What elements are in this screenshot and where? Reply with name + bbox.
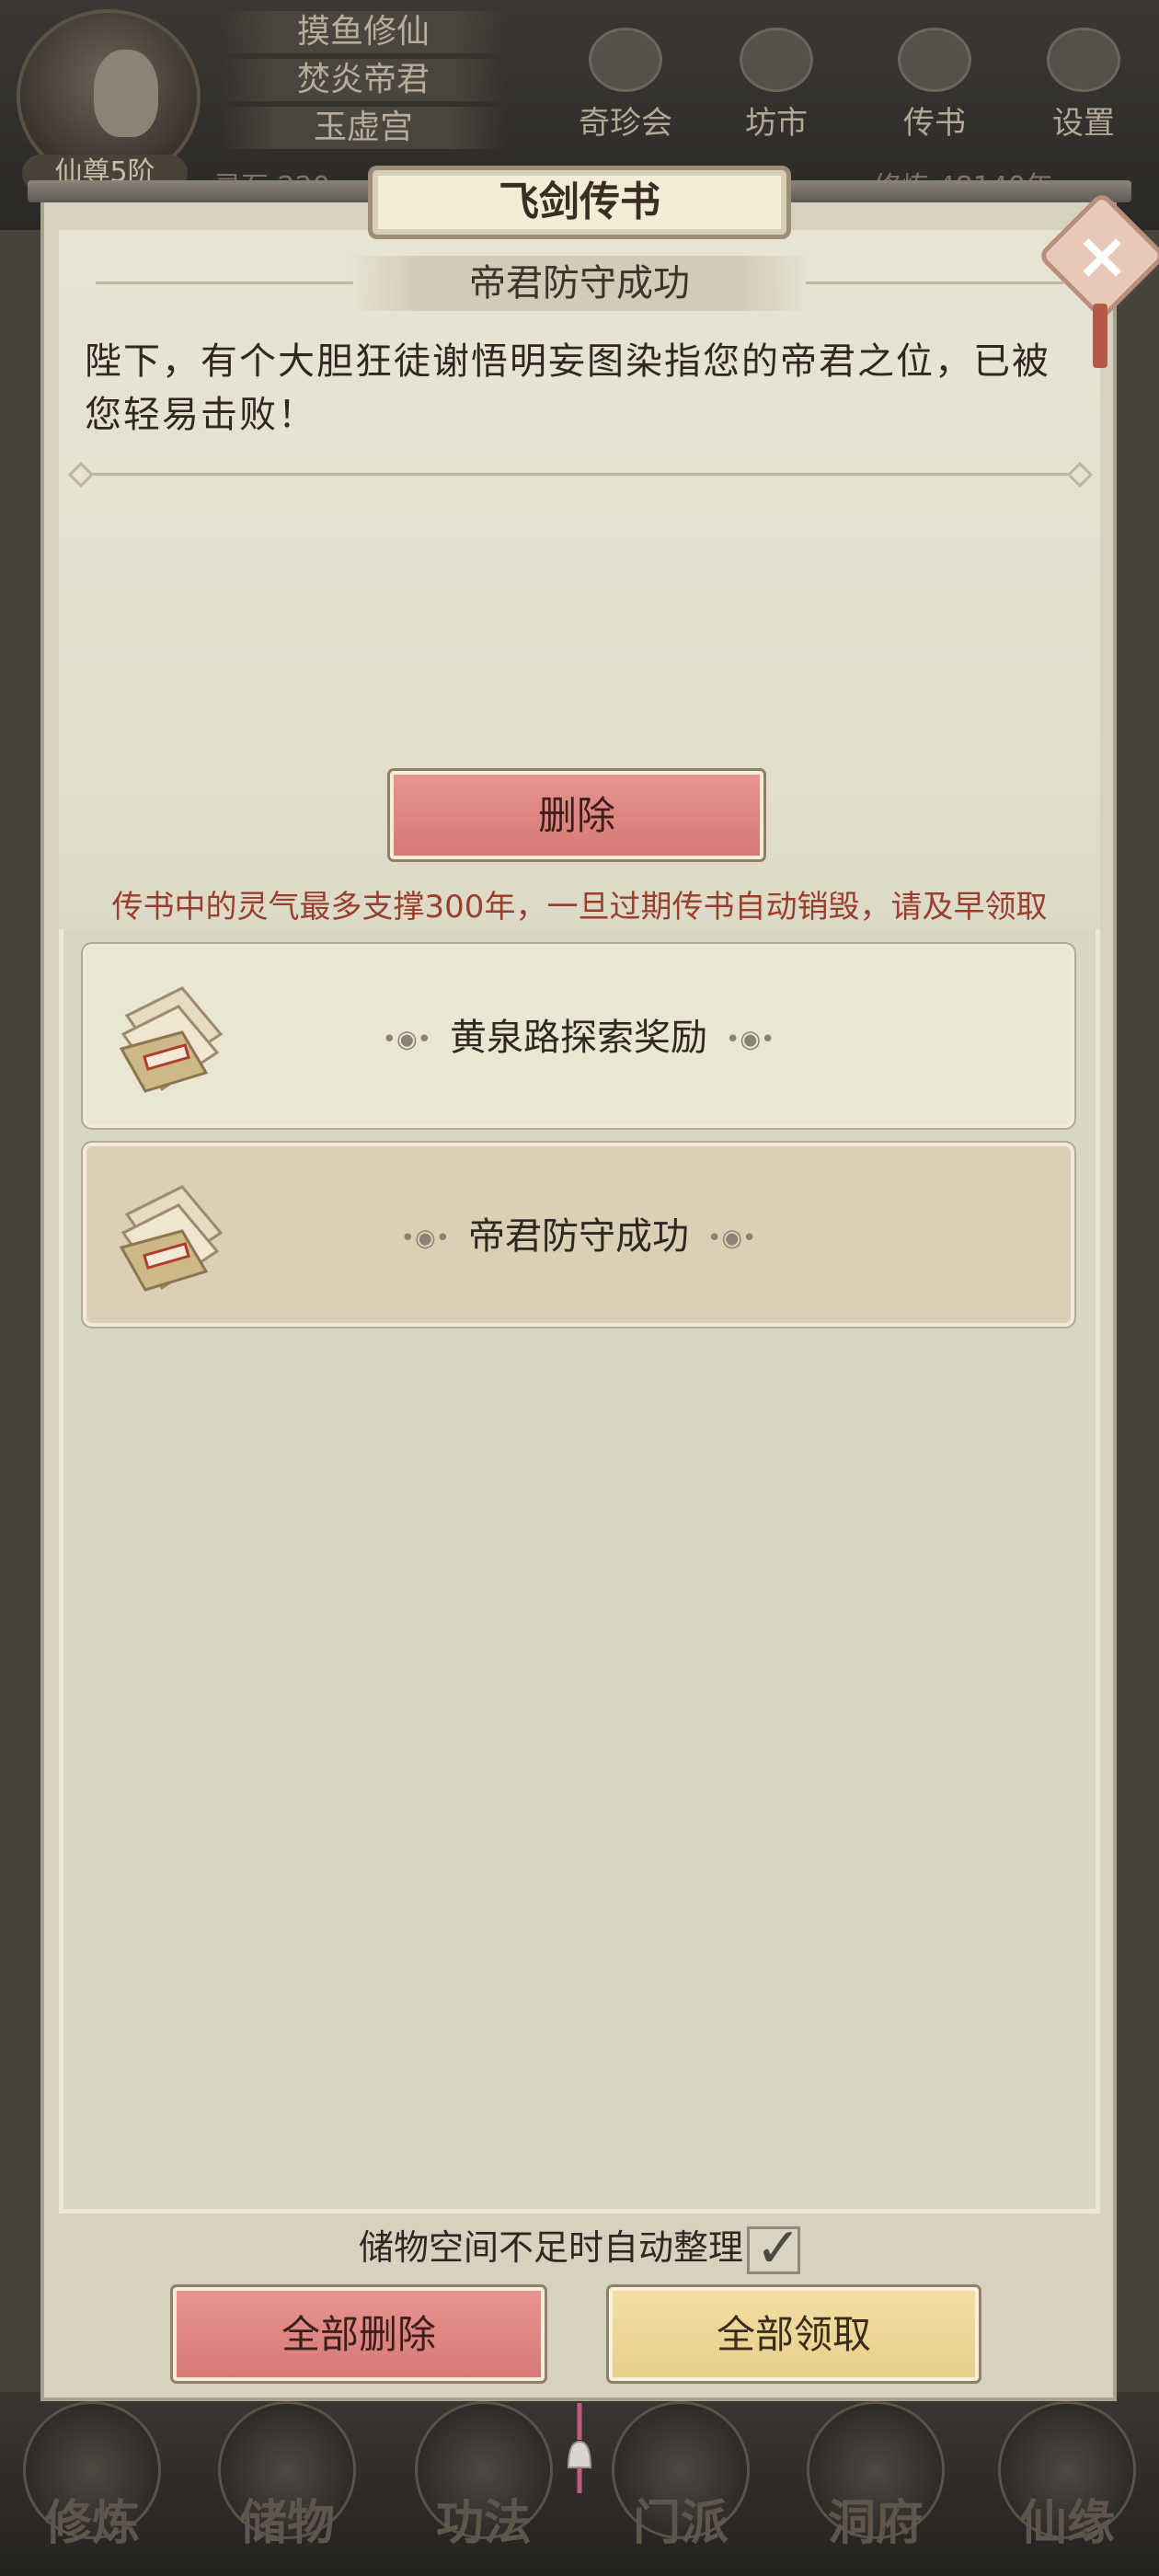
claim-all-button[interactable]: 全部领取 xyxy=(606,2284,981,2384)
settings-label: 设置 xyxy=(1052,105,1115,142)
heading-ornament-left xyxy=(96,282,353,284)
player-title: 焚炎帝君 xyxy=(221,59,506,101)
expiry-notice: 传书中的灵气最多支撑300年，一旦过期传书自动销毁，请及早领取 xyxy=(111,889,1048,926)
letter-scroll-icon xyxy=(119,986,224,1093)
market-icon xyxy=(740,28,813,92)
ornament-left-icon: •◉• xyxy=(382,1026,431,1053)
treasure-fair-icon xyxy=(589,28,662,92)
mail-label: 传书 xyxy=(903,105,966,142)
nav-storage[interactable]: 储物 xyxy=(204,2401,370,2567)
nav-fate[interactable]: 仙缘 xyxy=(984,2401,1150,2567)
nav-fate-label: 仙缘 xyxy=(1018,2495,1115,2551)
nav-cave-label: 洞府 xyxy=(827,2495,924,2551)
mail-item[interactable]: •◉• 黄泉路探索奖励 •◉• xyxy=(81,942,1076,1130)
heading-ornament-right xyxy=(806,282,1063,284)
mail-wings-icon xyxy=(898,28,971,92)
background-right-strip xyxy=(1115,230,1159,2392)
settings-button[interactable]: 设置 xyxy=(1019,28,1148,147)
ornament-right-icon: •◉• xyxy=(726,1026,775,1053)
player-name: 摸鱼修仙 xyxy=(221,11,506,53)
letter-scroll-icon xyxy=(119,1185,224,1292)
nav-skills-label: 功法 xyxy=(435,2495,532,2551)
message-heading: 帝君防守成功 xyxy=(350,256,809,311)
nav-cultivate[interactable]: 修炼 xyxy=(9,2401,175,2567)
gear-icon xyxy=(1047,28,1120,92)
treasure-fair-label: 奇珍会 xyxy=(579,105,672,142)
auto-sort-label: 储物空间不足时自动整理 xyxy=(358,2227,743,2268)
mail-item[interactable]: •◉• 帝君防守成功 •◉• xyxy=(81,1141,1076,1328)
nav-sect[interactable]: 门派 xyxy=(598,2401,763,2567)
auto-sort-option[interactable]: 储物空间不足时自动整理 ✓ xyxy=(59,2216,1100,2281)
nav-cave[interactable]: 洞府 xyxy=(793,2401,958,2567)
delete-button[interactable]: 删除 xyxy=(387,768,766,862)
close-icon: × xyxy=(1074,218,1130,293)
mail-item-title: •◉• 黄泉路探索奖励 •◉• xyxy=(252,948,905,1128)
mail-title-text: 黄泉路探索奖励 xyxy=(450,1017,707,1059)
mail-title-text: 帝君防守成功 xyxy=(468,1215,689,1258)
market-label: 坊市 xyxy=(745,105,808,142)
ornament-right-icon: •◉• xyxy=(707,1225,757,1252)
checkmark-icon: ✓ xyxy=(755,2215,802,2281)
delete-all-button[interactable]: 全部删除 xyxy=(170,2284,547,2384)
nav-storage-label: 储物 xyxy=(238,2495,335,2551)
mail-button[interactable]: 传书 xyxy=(870,28,999,147)
treasure-fair-button[interactable]: 奇珍会 xyxy=(561,28,690,147)
ornament-left-icon: •◉• xyxy=(400,1225,450,1252)
bell-decoration-icon xyxy=(567,2403,592,2493)
tassel-decoration xyxy=(1093,304,1107,368)
auto-sort-checkbox[interactable]: ✓ xyxy=(747,2216,801,2281)
nav-sect-label: 门派 xyxy=(632,2495,729,2551)
dialog-title: 飞剑传书 xyxy=(368,166,791,239)
nav-skills[interactable]: 功法 xyxy=(401,2401,567,2567)
background-left-strip xyxy=(0,230,44,2392)
message-divider xyxy=(77,473,1084,476)
market-button[interactable]: 坊市 xyxy=(712,28,841,147)
avatar-portrait xyxy=(94,50,158,137)
player-sect: 玉虚宫 xyxy=(221,107,506,149)
nav-cultivate-label: 修炼 xyxy=(43,2495,140,2551)
mail-item-title: •◉• 帝君防守成功 •◉• xyxy=(252,1146,905,1327)
message-body: 陛下，有个大胆狂徒谢悟明妄图染指您的帝君之位，已被您轻易击败！ xyxy=(85,340,1050,436)
